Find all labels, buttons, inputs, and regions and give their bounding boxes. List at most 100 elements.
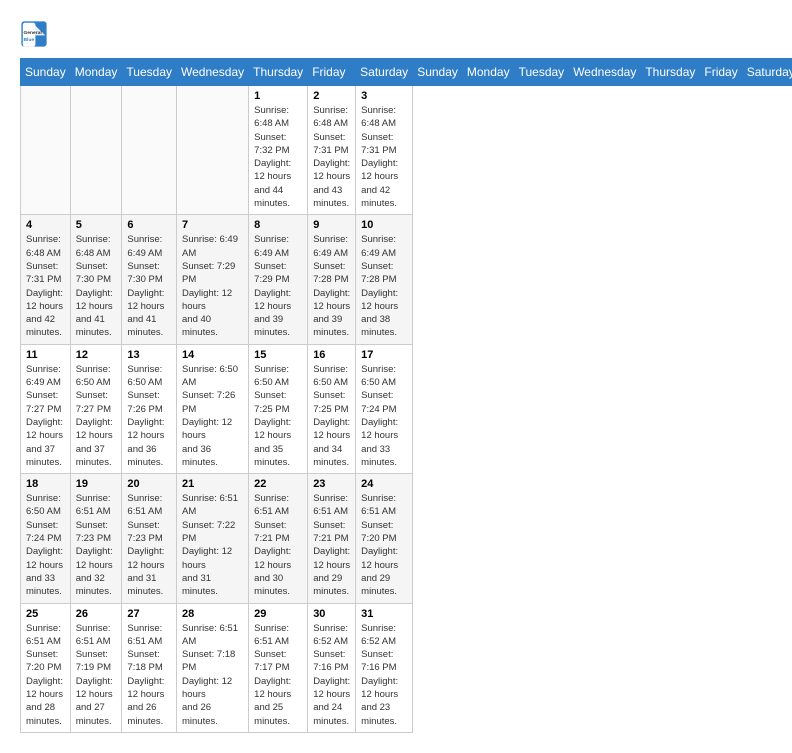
day-number: 19 <box>76 478 117 490</box>
calendar-cell: 19Sunrise: 6:51 AM Sunset: 7:23 PM Dayli… <box>70 474 122 603</box>
calendar-cell: 25Sunrise: 6:51 AM Sunset: 7:20 PM Dayli… <box>21 603 71 732</box>
day-number: 14 <box>182 349 243 361</box>
calendar-cell: 26 Sunrise: 6:51 AM Sunset: 7:19 PM Dayli… <box>70 603 122 732</box>
day-number: 4 <box>26 219 65 231</box>
day-info: Sunrise: 6:49 AM Sunset: 7:27 PM Dayligh… <box>26 363 65 469</box>
day-info: Sunrise: 6:50 AM Sunset: 7:24 PM Dayligh… <box>26 492 65 598</box>
calendar-cell: 29Sunrise: 6:51 AM Sunset: 7:17 PM Dayli… <box>249 603 308 732</box>
day-number: 29 <box>254 608 302 620</box>
calendar-cell: 10 Sunrise: 6:49 AM Sunset: 7:28 PM Dayli… <box>356 215 413 344</box>
day-info: Sunrise: 6:48 AM Sunset: 7:31 PM Dayligh… <box>26 233 65 339</box>
calendar-cell: 30Sunrise: 6:52 AM Sunset: 7:16 PM Dayli… <box>308 603 356 732</box>
day-info: Sunrise: 6:48 AM Sunset: 7:31 PM Dayligh… <box>313 104 350 210</box>
day-number: 27 <box>127 608 171 620</box>
weekday-header-row: SundayMondayTuesdayWednesdayThursdayFrid… <box>21 59 792 86</box>
day-info: Sunrise: 6:52 AM Sunset: 7:16 PM Dayligh… <box>313 622 350 728</box>
day-number: 8 <box>254 219 302 231</box>
weekday-header: Saturday <box>356 59 413 86</box>
day-info: Sunrise: 6:51 AM Sunset: 7:20 PM Dayligh… <box>26 622 65 728</box>
day-info: Sunrise: 6:48 AM Sunset: 7:32 PM Dayligh… <box>254 104 302 210</box>
day-number: 12 <box>76 349 117 361</box>
calendar-cell: 3Sunrise: 6:48 AM Sunset: 7:31 PM Daylig… <box>356 86 413 215</box>
weekday-header: Tuesday <box>514 59 569 86</box>
day-number: 9 <box>313 219 350 231</box>
day-info: Sunrise: 6:51 AM Sunset: 7:18 PM Dayligh… <box>127 622 171 728</box>
day-info: Sunrise: 6:50 AM Sunset: 7:26 PM Dayligh… <box>182 363 243 469</box>
day-info: Sunrise: 6:51 AM Sunset: 7:19 PM Dayligh… <box>76 622 117 728</box>
calendar-cell: 2 Sunrise: 6:48 AM Sunset: 7:31 PM Daylig… <box>308 86 356 215</box>
calendar-cell: 14 Sunrise: 6:50 AM Sunset: 7:26 PM Dayli… <box>177 344 249 473</box>
day-number: 13 <box>127 349 171 361</box>
calendar-cell: 8 Sunrise: 6:49 AM Sunset: 7:29 PM Daylig… <box>249 215 308 344</box>
day-number: 24 <box>361 478 407 490</box>
day-number: 10 <box>361 219 407 231</box>
day-info: Sunrise: 6:50 AM Sunset: 7:25 PM Dayligh… <box>254 363 302 469</box>
day-number: 23 <box>313 478 350 490</box>
day-info: Sunrise: 6:51 AM Sunset: 7:21 PM Dayligh… <box>254 492 302 598</box>
calendar-cell: 12 Sunrise: 6:50 AM Sunset: 7:27 PM Dayli… <box>70 344 122 473</box>
day-number: 11 <box>26 349 65 361</box>
weekday-header: Wednesday <box>177 59 249 86</box>
calendar-cell: 7Sunrise: 6:49 AM Sunset: 7:29 PM Daylig… <box>177 215 249 344</box>
calendar-week-row: 4 Sunrise: 6:48 AM Sunset: 7:31 PM Daylig… <box>21 215 792 344</box>
day-number: 15 <box>254 349 302 361</box>
calendar-cell <box>21 86 71 215</box>
calendar-week-row: 11 Sunrise: 6:49 AM Sunset: 7:27 PM Dayli… <box>21 344 792 473</box>
day-info: Sunrise: 6:50 AM Sunset: 7:25 PM Dayligh… <box>313 363 350 469</box>
calendar-cell: 1 Sunrise: 6:48 AM Sunset: 7:32 PM Daylig… <box>249 86 308 215</box>
svg-text:General: General <box>24 30 43 36</box>
weekday-header: Friday <box>700 59 742 86</box>
day-number: 28 <box>182 608 243 620</box>
day-number: 26 <box>76 608 117 620</box>
calendar-cell: 9 Sunrise: 6:49 AM Sunset: 7:28 PM Daylig… <box>308 215 356 344</box>
calendar-table: SundayMondayTuesdayWednesdayThursdayFrid… <box>20 58 792 733</box>
weekday-header: Sunday <box>413 59 463 86</box>
day-info: Sunrise: 6:51 AM Sunset: 7:21 PM Dayligh… <box>313 492 350 598</box>
page-header: General Blue <box>20 20 772 48</box>
calendar-week-row: 25Sunrise: 6:51 AM Sunset: 7:20 PM Dayli… <box>21 603 792 732</box>
day-number: 3 <box>361 90 407 102</box>
weekday-header: Monday <box>70 59 122 86</box>
day-info: Sunrise: 6:50 AM Sunset: 7:24 PM Dayligh… <box>361 363 407 469</box>
calendar-cell: 22 Sunrise: 6:51 AM Sunset: 7:21 PM Dayli… <box>249 474 308 603</box>
calendar-cell: 23 Sunrise: 6:51 AM Sunset: 7:21 PM Dayli… <box>308 474 356 603</box>
day-info: Sunrise: 6:49 AM Sunset: 7:28 PM Dayligh… <box>361 233 407 339</box>
weekday-header: Tuesday <box>122 59 177 86</box>
calendar-cell: 11 Sunrise: 6:49 AM Sunset: 7:27 PM Dayli… <box>21 344 71 473</box>
day-number: 16 <box>313 349 350 361</box>
calendar-cell: 24 Sunrise: 6:51 AM Sunset: 7:20 PM Dayli… <box>356 474 413 603</box>
day-info: Sunrise: 6:49 AM Sunset: 7:28 PM Dayligh… <box>313 233 350 339</box>
day-info: Sunrise: 6:51 AM Sunset: 7:20 PM Dayligh… <box>361 492 407 598</box>
calendar-week-row: 18 Sunrise: 6:50 AM Sunset: 7:24 PM Dayli… <box>21 474 792 603</box>
day-number: 31 <box>361 608 407 620</box>
day-info: Sunrise: 6:50 AM Sunset: 7:27 PM Dayligh… <box>76 363 117 469</box>
logo: General Blue <box>20 20 48 48</box>
day-info: Sunrise: 6:52 AM Sunset: 7:16 PM Dayligh… <box>361 622 407 728</box>
day-info: Sunrise: 6:51 AM Sunset: 7:23 PM Dayligh… <box>127 492 171 598</box>
calendar-cell <box>70 86 122 215</box>
svg-text:Blue: Blue <box>24 37 35 43</box>
calendar-cell <box>122 86 177 215</box>
calendar-cell: 18 Sunrise: 6:50 AM Sunset: 7:24 PM Dayli… <box>21 474 71 603</box>
calendar-cell: 16 Sunrise: 6:50 AM Sunset: 7:25 PM Dayli… <box>308 344 356 473</box>
calendar-cell: 31 Sunrise: 6:52 AM Sunset: 7:16 PM Dayli… <box>356 603 413 732</box>
calendar-cell: 5Sunrise: 6:48 AM Sunset: 7:30 PM Daylig… <box>70 215 122 344</box>
calendar-cell: 27 Sunrise: 6:51 AM Sunset: 7:18 PM Dayli… <box>122 603 177 732</box>
day-number: 5 <box>76 219 117 231</box>
weekday-header: Sunday <box>21 59 71 86</box>
day-info: Sunrise: 6:49 AM Sunset: 7:29 PM Dayligh… <box>254 233 302 339</box>
day-number: 18 <box>26 478 65 490</box>
day-number: 22 <box>254 478 302 490</box>
calendar-cell: 15 Sunrise: 6:50 AM Sunset: 7:25 PM Dayli… <box>249 344 308 473</box>
logo-icon: General Blue <box>20 20 48 48</box>
day-info: Sunrise: 6:51 AM Sunset: 7:22 PM Dayligh… <box>182 492 243 598</box>
day-number: 7 <box>182 219 243 231</box>
weekday-header: Friday <box>308 59 356 86</box>
calendar-cell: 28Sunrise: 6:51 AM Sunset: 7:18 PM Dayli… <box>177 603 249 732</box>
calendar-cell <box>177 86 249 215</box>
calendar-cell: 20Sunrise: 6:51 AM Sunset: 7:23 PM Dayli… <box>122 474 177 603</box>
day-number: 2 <box>313 90 350 102</box>
calendar-cell: 4 Sunrise: 6:48 AM Sunset: 7:31 PM Daylig… <box>21 215 71 344</box>
day-number: 1 <box>254 90 302 102</box>
calendar-cell: 21Sunrise: 6:51 AM Sunset: 7:22 PM Dayli… <box>177 474 249 603</box>
